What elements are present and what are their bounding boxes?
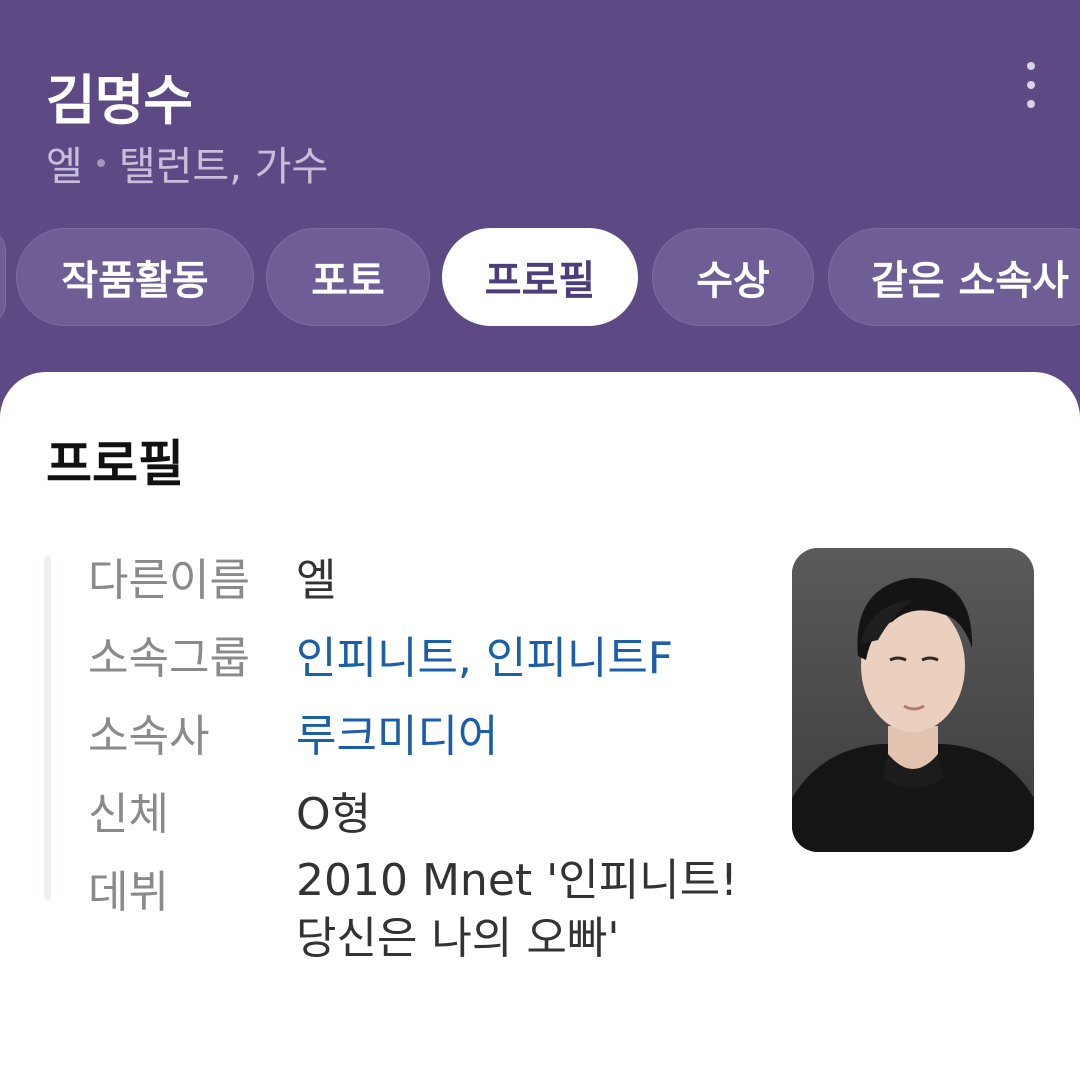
tab-works[interactable]: 작품활동 [16, 228, 254, 326]
subtitle-alias: 엘 [46, 144, 83, 190]
portrait-image [792, 548, 1034, 852]
value-alias: 엘 [296, 555, 337, 606]
tab-awards[interactable]: 수상 [652, 228, 814, 326]
label-debut: 데뷔 [88, 867, 169, 918]
label-group: 소속그룹 [88, 633, 250, 684]
value-group-link[interactable]: 인피니트, 인피니트F [296, 622, 673, 686]
tab-photo[interactable]: 포토 [266, 228, 430, 326]
tab-same-agency[interactable]: 같은 소속사 [828, 228, 1080, 326]
section-title: 프로필 [46, 435, 184, 493]
profile-photo[interactable] [792, 548, 1034, 852]
subtitle-roles: 탤런트, 가수 [118, 144, 329, 190]
header: 김명수 엘 탤런트, 가수 작품활동 포토 프로필 수상 같은 소속사 [0, 0, 1080, 372]
label-alias: 다른이름 [88, 555, 250, 606]
more-vertical-icon-dot [1027, 100, 1035, 108]
label-body: 신체 [88, 789, 169, 840]
value-debut: 2010 Mnet '인피니트! 당신은 나의 오빠' [296, 855, 738, 964]
more-options-button[interactable] [1010, 62, 1052, 108]
value-agency-link[interactable]: 루크미디어 [296, 700, 498, 764]
value-body: O형 [296, 789, 372, 840]
more-vertical-icon-dot [1027, 81, 1035, 89]
tab-profile[interactable]: 프로필 [442, 228, 638, 326]
tab-previous-partial[interactable] [0, 228, 6, 326]
subtitle: 엘 탤런트, 가수 [46, 134, 328, 192]
label-agency: 소속사 [88, 711, 210, 762]
more-vertical-icon [1027, 62, 1035, 70]
separator-dot-icon [96, 159, 105, 167]
section-divider [44, 556, 51, 900]
page-title: 김명수 [46, 69, 193, 132]
tab-bar: 작품활동 포토 프로필 수상 같은 소속사 [0, 228, 1080, 328]
